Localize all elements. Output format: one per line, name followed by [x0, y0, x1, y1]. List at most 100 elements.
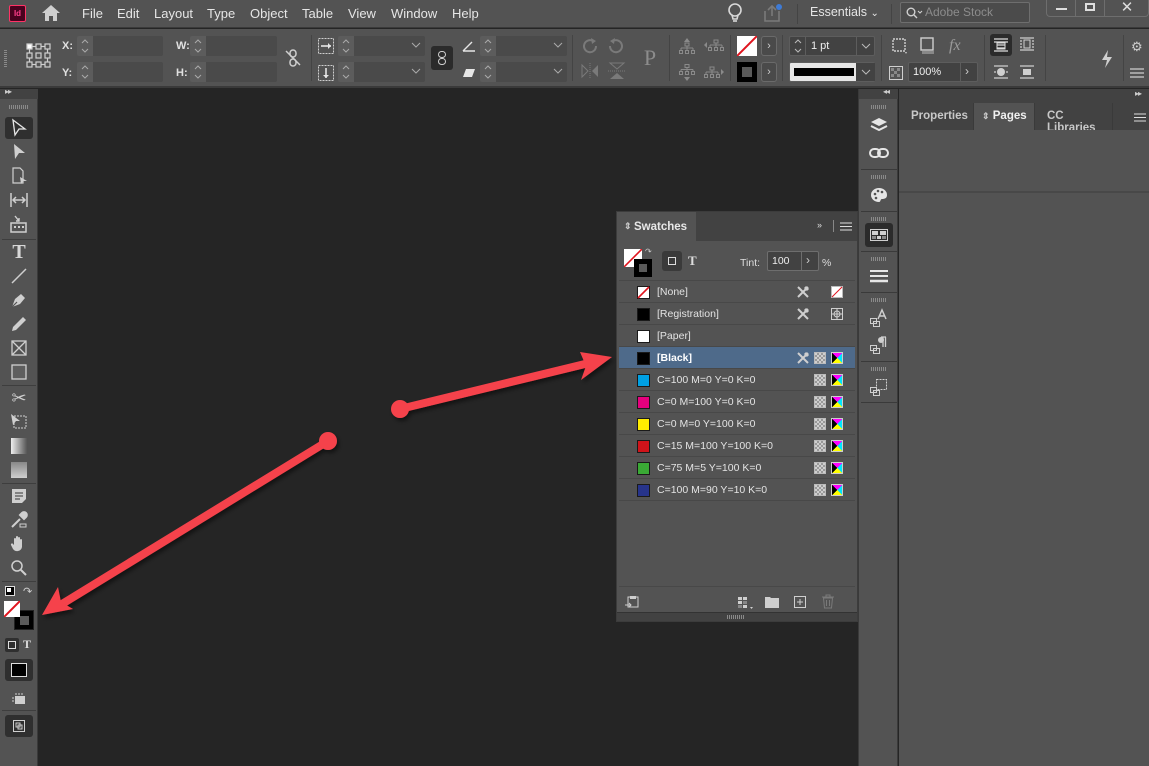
tab-pages[interactable]: ⇕ Pages	[974, 103, 1035, 130]
tint-label: Tint:	[740, 257, 761, 269]
cmyk-mode-icon	[831, 440, 843, 452]
swatches-panel-button[interactable]	[865, 223, 893, 247]
links-icon	[869, 148, 889, 158]
process-color-icon	[814, 484, 826, 496]
swatch-name: C=75 M=5 Y=100 K=0	[657, 462, 762, 474]
swatch-color-chip	[637, 396, 650, 409]
swatches-icon	[870, 229, 888, 241]
swatches-tab[interactable]: ⇕ Swatches	[617, 212, 696, 241]
swatch-color-chip	[637, 286, 650, 299]
pages-list-section	[899, 193, 1149, 766]
formatting-container-button[interactable]	[662, 251, 682, 271]
swatch-name: [None]	[657, 286, 688, 298]
expand-dock-icon[interactable]: ◂◂	[883, 87, 890, 96]
swatch-row[interactable]: C=0 M=100 Y=0 K=0	[619, 391, 855, 413]
swatch-name: C=100 M=0 Y=0 K=0	[657, 374, 756, 386]
tint-slider-button[interactable]: ›	[806, 253, 810, 267]
no-edit-icon	[797, 351, 810, 364]
swap-fill-stroke-icon[interactable]: ↷	[645, 247, 652, 256]
process-color-icon	[814, 374, 826, 386]
stroke-panel-button[interactable]	[865, 264, 893, 288]
cmyk-mode-icon	[831, 374, 843, 386]
swatch-name: [Black]	[657, 352, 693, 364]
panel-tabs: Properties ⇕ Pages CC Libraries	[899, 103, 1149, 134]
paragraph-styles-icon	[870, 336, 887, 354]
swatch-color-chip	[637, 308, 650, 321]
collapsed-panel-dock: ◂◂	[858, 87, 898, 766]
object-styles-button[interactable]	[865, 375, 893, 399]
arrow-to-black-swatch	[391, 352, 612, 418]
tint-value: 100	[772, 255, 790, 267]
delete-swatch-icon[interactable]	[822, 594, 834, 612]
tint-field[interactable]: 100 ›	[767, 251, 819, 271]
cmyk-mode-icon	[831, 484, 843, 496]
process-color-icon	[814, 462, 826, 474]
swatch-name: C=0 M=0 Y=100 K=0	[657, 418, 756, 430]
links-panel-button[interactable]	[865, 141, 893, 165]
panel-menu-icon[interactable]	[840, 222, 852, 231]
properties-pages-panel: ▸▸ Properties ⇕ Pages CC Libraries	[899, 89, 1149, 766]
formatting-text-button[interactable]: T	[688, 253, 697, 269]
panel-menu-icon[interactable]	[1134, 113, 1146, 122]
swatch-row[interactable]: C=100 M=0 Y=0 K=0	[619, 369, 855, 391]
none-type-icon	[831, 286, 843, 298]
no-edit-icon	[797, 307, 810, 320]
swatch-row[interactable]: [None]	[619, 281, 855, 303]
cmyk-mode-icon	[831, 462, 843, 474]
paragraph-styles-button[interactable]	[865, 333, 893, 357]
swatches-title: Swatches	[634, 221, 688, 233]
character-styles-button[interactable]	[865, 306, 893, 330]
updown-icon: ⇕	[624, 221, 632, 231]
swatch-name: C=100 M=90 Y=10 K=0	[657, 484, 768, 496]
tab-label: Properties	[911, 110, 968, 122]
swatch-name: C=15 M=100 Y=100 K=0	[657, 440, 773, 452]
swatch-row[interactable]: C=15 M=100 Y=100 K=0	[619, 435, 855, 457]
arrow-to-toolbox-swatch	[42, 432, 337, 615]
show-swatch-kinds-icon[interactable]	[625, 596, 639, 613]
swatch-color-chip	[637, 484, 650, 497]
swatch-name: [Registration]	[657, 308, 719, 320]
swatch-row[interactable]: C=75 M=5 Y=100 K=0	[619, 457, 855, 479]
swatch-row[interactable]: C=100 M=90 Y=10 K=0	[619, 479, 855, 501]
process-color-icon	[814, 352, 826, 364]
swatch-name: C=0 M=100 Y=0 K=0	[657, 396, 756, 408]
new-swatch-icon[interactable]	[794, 596, 806, 611]
swatch-color-chip	[637, 462, 650, 475]
character-styles-icon	[870, 308, 887, 327]
layers-icon	[870, 118, 888, 132]
arrow-start-dot	[391, 400, 409, 418]
cmyk-mode-icon	[831, 396, 843, 408]
registration-icon	[831, 308, 843, 320]
collapse-dock-icon[interactable]: ▸▸	[1135, 89, 1142, 98]
swatch-row[interactable]: [Black]	[619, 347, 855, 369]
swatch-color-chip	[637, 374, 650, 387]
no-edit-icon	[797, 285, 810, 298]
palette-icon	[871, 188, 887, 202]
panel-resize-bar[interactable]	[617, 612, 857, 621]
updown-icon: ⇕	[982, 111, 990, 121]
layers-panel-button[interactable]	[865, 113, 893, 137]
stroke-icon	[870, 270, 888, 283]
tab-label: Pages	[992, 110, 1027, 122]
collapse-panel-icon[interactable]: ››	[817, 220, 822, 230]
swatch-row[interactable]: C=0 M=0 Y=100 K=0	[619, 413, 855, 435]
process-color-icon	[814, 396, 826, 408]
color-panel-button[interactable]	[865, 183, 893, 207]
object-styles-icon	[870, 379, 887, 396]
swatch-color-chip	[637, 330, 650, 343]
swatch-row[interactable]: [Paper]	[619, 325, 855, 347]
arrow-start-dot	[319, 432, 337, 450]
panel-stroke-swatch[interactable]	[634, 259, 652, 277]
tint-unit: %	[822, 257, 832, 269]
new-color-group-icon[interactable]	[738, 596, 754, 613]
process-color-icon	[814, 440, 826, 452]
swatch-color-chip	[637, 418, 650, 431]
folder-icon[interactable]	[765, 596, 779, 611]
tab-cc-libraries[interactable]: CC Libraries	[1035, 103, 1113, 134]
swatch-row[interactable]: [Registration]	[619, 303, 855, 325]
tab-properties[interactable]: Properties	[899, 103, 974, 130]
swatches-panel: ⇕ Swatches ›› ↷ T Tint: 100 › % [None] [R…	[616, 211, 858, 622]
cmyk-mode-icon	[831, 418, 843, 430]
pages-master-section	[899, 130, 1149, 192]
swatch-color-chip	[637, 352, 650, 365]
